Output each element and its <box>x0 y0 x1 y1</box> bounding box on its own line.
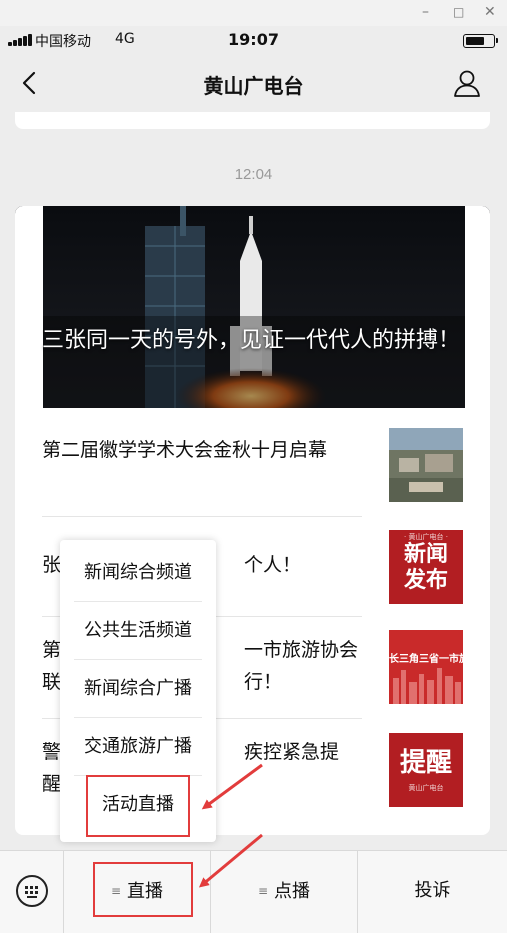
annotation-arrows <box>198 763 263 888</box>
arrow-to-event-live <box>201 763 263 810</box>
arrow-to-live-tab <box>198 833 263 888</box>
